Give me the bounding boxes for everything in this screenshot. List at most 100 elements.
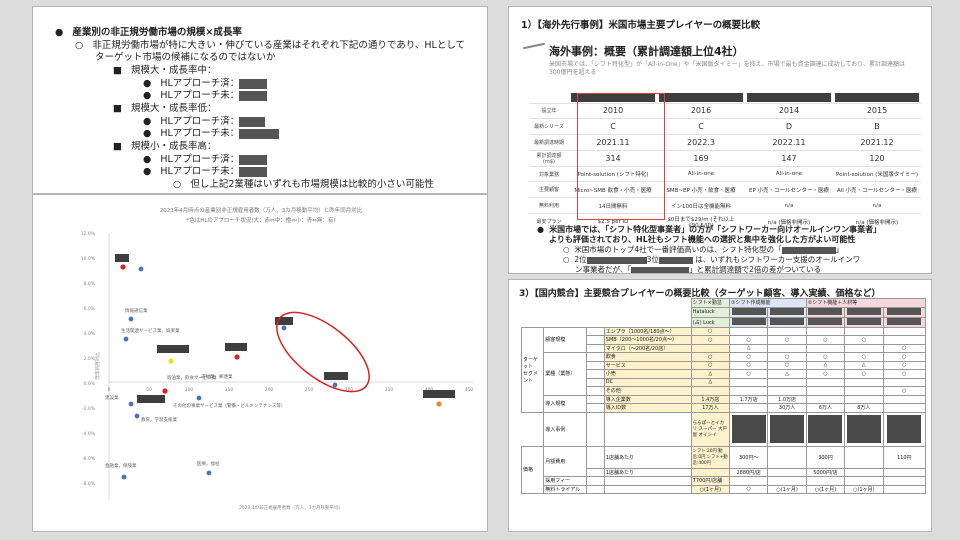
- table-cell: DC: [603, 377, 692, 387]
- y-tick-label: 8.0%: [84, 281, 96, 287]
- table-cell: [805, 394, 846, 404]
- highlight-ellipse: [276, 311, 370, 393]
- table-cell: ○(1ヶ月): [805, 484, 846, 494]
- x-tick-label: 350: [385, 387, 394, 393]
- table-cell: [844, 343, 884, 353]
- data-point-blue: [206, 470, 212, 476]
- table-cell: [585, 343, 605, 353]
- table-cell: 1店舗あたり: [603, 445, 692, 469]
- data-point-blue: [138, 266, 144, 272]
- table-cell: 1.0万店: [767, 394, 807, 404]
- table-cell: SMB（200～1000名/20点～）: [603, 335, 692, 345]
- redacted-block: [239, 166, 268, 177]
- table-cell: Point-solution (米国版タイミー): [833, 165, 921, 182]
- table-cell: [882, 335, 927, 345]
- table-cell: ○: [729, 484, 769, 494]
- table-cell: [882, 411, 927, 447]
- table-cell: [882, 394, 927, 404]
- jp-header-row-2: Hataluck: [522, 306, 927, 318]
- redacted-label: [157, 345, 189, 353]
- table-cell: [844, 476, 884, 486]
- jp-table-row: 導入事例 ららぽーとイカリ スーパー 大戸屋 オイシイ: [522, 411, 927, 447]
- point-label: 生活関連サービス業，娯楽業: [121, 327, 180, 334]
- table-cell: ターゲット セグメント: [520, 326, 545, 413]
- table-cell: イン100日は全機能無料: [657, 197, 745, 214]
- table-cell: [585, 445, 605, 469]
- row-label: 主要顧客: [529, 181, 569, 198]
- bullet-main: ● 産業別の非正規労働市場の規模×成長率: [55, 27, 242, 38]
- jp-table-row: 価格 月額費用 1店舗あたり シフト:20円 勤怠:0円 シフト+勤怠:400円 300…: [520, 445, 927, 494]
- table-cell: 30万人: [767, 403, 807, 413]
- table-cell: ○: [882, 386, 927, 396]
- table-cell: △: [767, 369, 807, 379]
- table-cell: 2021.12: [833, 134, 921, 151]
- jp-table-row: 導入規模 導入企業数 1.4万店 1.7万店 1.0万店: [522, 394, 927, 413]
- redacted-block: [239, 116, 266, 127]
- point-label: 教育，学習支援業: [141, 416, 177, 423]
- table-cell: シフト:20円 勤怠:0円 シフト+勤怠:400円: [690, 445, 731, 469]
- us-bullet-1-cont: よりも評価されており、HL社もシフト機能への選択と集中を強化した方がよい可能性: [549, 235, 856, 244]
- table-cell: △: [729, 343, 769, 353]
- table-cell: [585, 467, 605, 477]
- data-point-red: [162, 388, 168, 394]
- table-cell: [882, 403, 927, 413]
- y-tick-label: 6.0%: [84, 306, 96, 312]
- redacted-company: [659, 93, 743, 103]
- point-label: 医療，福祉: [197, 460, 220, 467]
- data-point-blue: [196, 395, 202, 401]
- table-cell: [585, 484, 605, 494]
- table-cell: ○: [690, 352, 731, 362]
- redacted-company: [747, 93, 831, 103]
- table-cell: 価格: [520, 445, 545, 494]
- table-cell: ○: [690, 326, 731, 336]
- table-cell: [729, 476, 769, 486]
- table-cell: [603, 411, 692, 447]
- table-cell: 2880円/店: [729, 467, 769, 477]
- point-label: 金融業，保険業: [105, 462, 137, 469]
- table-cell: 147: [745, 149, 833, 167]
- redacted-label: [225, 343, 247, 351]
- table-cell: [585, 476, 605, 486]
- redacted-block: [239, 90, 268, 101]
- table-cell: [585, 335, 605, 345]
- y-tick-label: -4.0%: [82, 431, 96, 437]
- table-cell: [585, 394, 605, 404]
- group1-approached: ● HLアプローチ済：: [143, 78, 268, 90]
- group3-approached: ● HLアプローチ済：: [143, 154, 268, 166]
- table-cell: 1.4万店: [690, 394, 731, 404]
- redacted-label: [423, 390, 455, 398]
- table-cell: 顧客規模: [543, 326, 587, 353]
- y-axis-label: 昨年同月対比: [94, 352, 101, 379]
- group-large-low: ■ 規模大・成長率低：: [113, 103, 217, 114]
- jp-table-row: 業種（業態） 飲食 ○ ○ ○ ○ ○ ○: [522, 352, 927, 396]
- group3-not-approached: ● HLアプローチ未：: [143, 166, 268, 178]
- table-cell: n/a: [833, 197, 921, 214]
- table-cell: 2014: [745, 102, 833, 119]
- x-tick-label: 0: [108, 387, 111, 393]
- redacted-company: [887, 308, 922, 315]
- table-cell: [844, 467, 884, 477]
- us-panel-title: 1）【海外先行事例】米国市場主要プレイヤーの概要比較: [521, 20, 761, 31]
- subtitle-dash: [523, 42, 545, 50]
- row-label: 対象業務: [529, 165, 569, 182]
- redacted-label: [324, 372, 348, 380]
- table-cell: 飲食: [603, 352, 692, 362]
- table-cell: [585, 352, 605, 362]
- table-cell: 業種（業態）: [543, 352, 587, 396]
- table-cell: [767, 411, 807, 447]
- table-cell: ららぽーとイカリ スーパー 大戸屋 オイシイ: [690, 411, 731, 447]
- table-cell: 8万人: [844, 403, 884, 413]
- table-cell: EP 小売・コールセンター・医療: [745, 181, 833, 198]
- table-cell: [767, 476, 807, 486]
- jp-competitors-panel: 3）【国内競合】主要競合プレイヤーの概要比較（ターゲット顧客、導入実績、価格など…: [508, 279, 932, 532]
- table-cell: [585, 326, 605, 336]
- table-cell: [729, 411, 769, 447]
- table-cell: ○: [729, 352, 769, 362]
- table-cell: [729, 326, 769, 336]
- y-tick-label: 10.0%: [81, 256, 96, 262]
- table-cell: ○: [729, 360, 769, 370]
- row-label: 最新シリーズ: [529, 118, 569, 135]
- row-label: 設立年: [529, 102, 569, 119]
- table-cell: ○: [690, 360, 731, 370]
- table-cell: [603, 484, 692, 494]
